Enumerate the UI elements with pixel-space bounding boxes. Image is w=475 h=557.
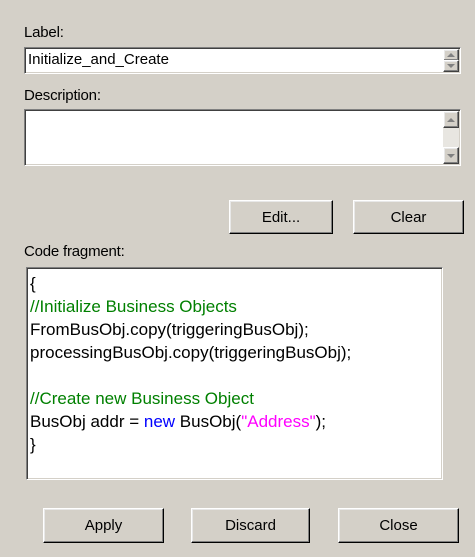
label-caption: Label: — [24, 24, 64, 41]
code-fragment-editor[interactable]: { //Initialize Business Objects FromBusO… — [26, 267, 443, 480]
code-line: processingBusObj.copy(triggeringBusObj); — [30, 343, 352, 362]
code-line: } — [30, 435, 36, 454]
code-line: { — [30, 274, 36, 293]
description-scroll-up-button[interactable] — [443, 111, 459, 128]
edit-button[interactable]: Edit... — [229, 200, 333, 234]
code-token: ); — [315, 412, 327, 431]
code-line: BusObj addr = new BusObj("Address"); — [30, 410, 438, 433]
scroll-down-arrow-icon — [447, 64, 455, 68]
label-scroll-down-button[interactable] — [443, 60, 459, 72]
description-scroll-down-button[interactable] — [443, 147, 459, 164]
close-button[interactable]: Close — [338, 508, 459, 543]
code-fragment-caption: Code fragment: — [24, 243, 125, 260]
discard-button[interactable]: Discard — [191, 508, 310, 543]
scroll-up-arrow-icon — [447, 53, 455, 57]
scroll-down-arrow-icon — [447, 153, 455, 158]
label-field-value: Initialize_and_Create — [28, 51, 169, 68]
code-string-literal: "Address" — [241, 412, 316, 431]
scroll-up-arrow-icon — [447, 117, 455, 122]
code-token: BusObj addr = — [30, 412, 144, 431]
code-line: FromBusObj.copy(triggeringBusObj); — [30, 320, 309, 339]
code-comment-line: //Create new Business Object — [30, 389, 254, 408]
description-field-value — [25, 110, 460, 113]
label-field[interactable]: Initialize_and_Create — [24, 47, 461, 74]
description-field[interactable] — [24, 109, 461, 166]
code-comment-line: //Initialize Business Objects — [30, 297, 237, 316]
code-keyword: new — [143, 412, 176, 431]
code-token: BusObj( — [175, 412, 242, 431]
apply-button[interactable]: Apply — [43, 508, 164, 543]
description-caption: Description: — [24, 87, 101, 104]
clear-button[interactable]: Clear — [353, 200, 464, 234]
